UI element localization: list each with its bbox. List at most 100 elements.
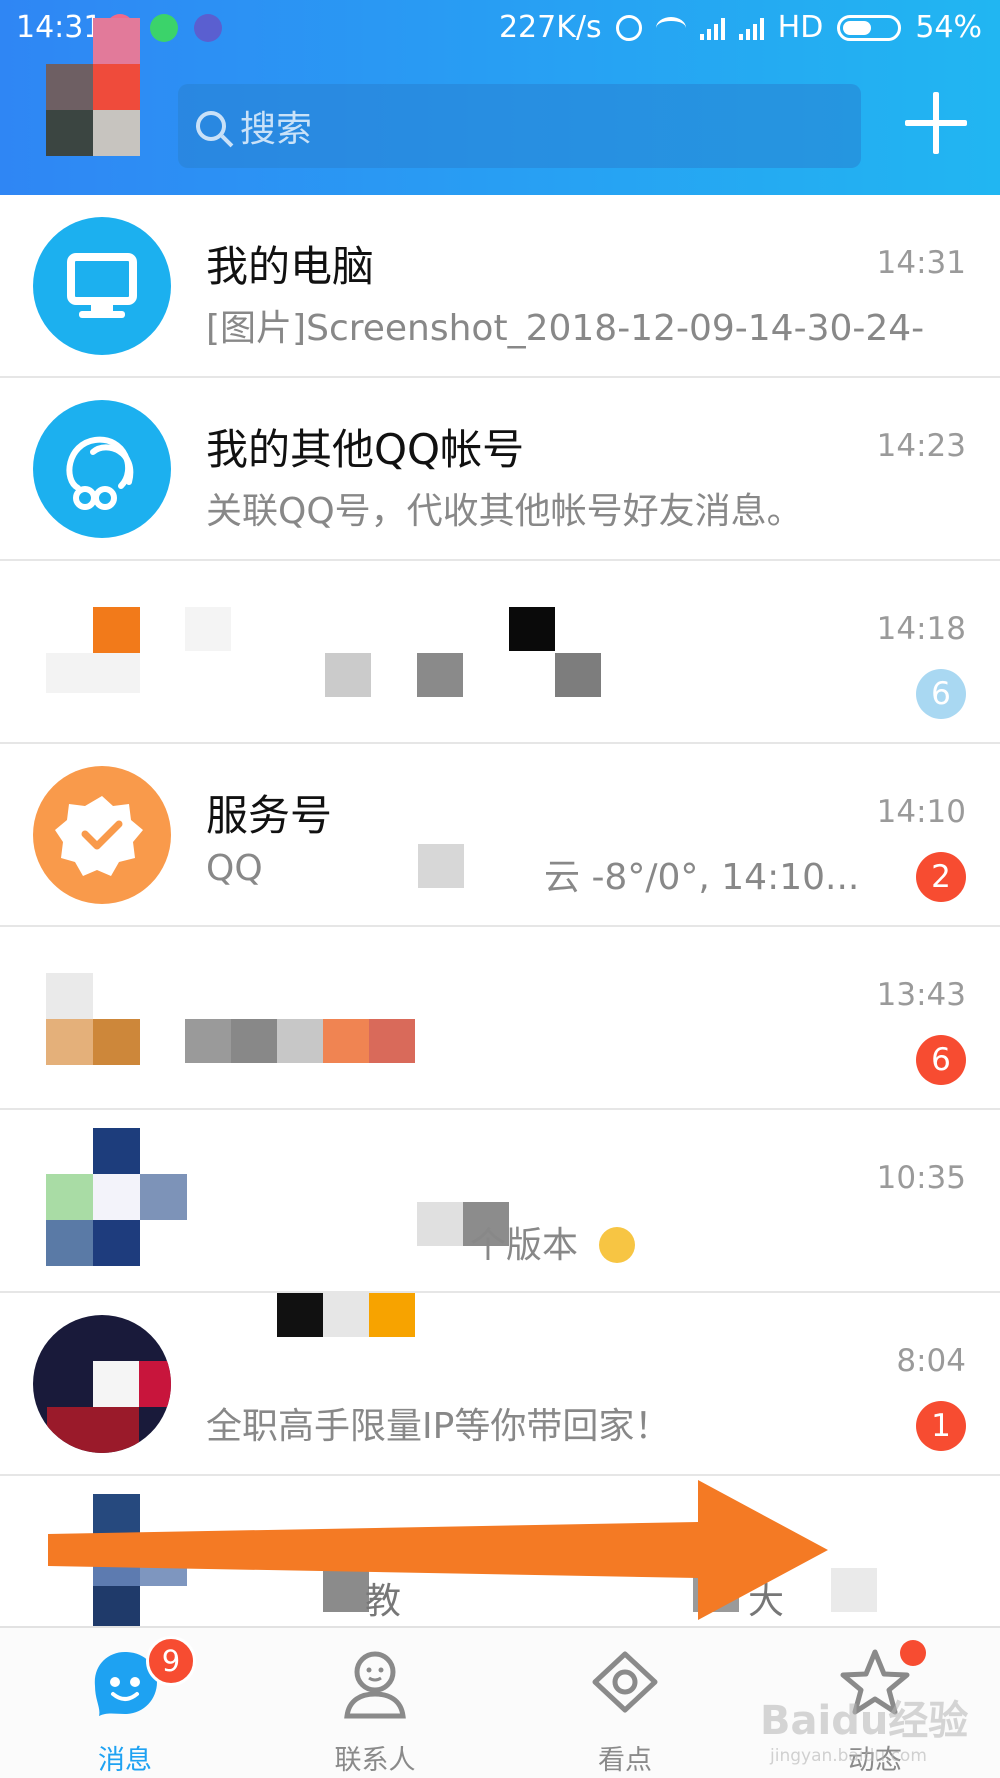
chat-preview: 个版本	[470, 1216, 636, 1268]
chat-name: 我的电脑	[206, 242, 375, 291]
redacted-name	[509, 607, 555, 651]
computer-icon	[67, 253, 137, 318]
avatar-pixel	[46, 64, 93, 110]
tab-contacts[interactable]: 联系人	[250, 1628, 500, 1778]
redacted-preview	[417, 1202, 463, 1246]
unread-badge: 2	[916, 852, 966, 902]
chat-time: 14:10	[876, 794, 966, 830]
chat-preview-text: 个版本	[470, 1225, 579, 1266]
linked-accounts-icon	[66, 436, 134, 510]
tab-messages[interactable]: 9 消息	[0, 1628, 250, 1778]
chat-preview: [图片]Screenshot_2018-12-09-14-30-24-...	[206, 308, 926, 349]
signal-icon-1	[699, 16, 725, 40]
redacted-pixel	[93, 1128, 140, 1174]
chat-time: 14:23	[876, 428, 966, 464]
unread-badge: 6	[916, 1035, 966, 1085]
redacted-preview	[231, 1019, 277, 1063]
redacted-preview	[325, 653, 371, 697]
unread-badge: 1	[916, 1401, 966, 1451]
chat-preview-tail: 云 -8°/0°, 14:10...	[544, 857, 860, 898]
chat-name: 我的其他QQ帐号	[206, 425, 525, 474]
chat-row-my-computer[interactable]: 我的电脑 [图片]Screenshot_2018-12-09-14-30-24-…	[0, 195, 1000, 378]
search-input[interactable]: 搜索	[178, 84, 861, 168]
chat-row-redacted-3[interactable]: 个版本 10:35	[0, 1110, 1000, 1293]
chat-time: 8:04	[896, 1343, 966, 1379]
redacted-preview	[831, 1568, 877, 1612]
status-right: 227K/s HD 54%	[499, 10, 982, 45]
redacted-pixel	[46, 973, 93, 1019]
redacted-preview	[277, 1019, 323, 1063]
redacted-pixel	[93, 607, 140, 653]
redacted-name	[323, 1293, 369, 1337]
redacted-avatar	[46, 1128, 187, 1266]
tab-notification-dot	[900, 1640, 926, 1666]
avatar-pixel	[93, 64, 140, 110]
status-bar: 14:31 227K/s HD 54%	[0, 0, 1000, 58]
battery-fill	[843, 20, 872, 35]
chat-preview: 关联QQ号，代收其他帐号好友消息。	[206, 491, 803, 532]
chat-preview-head: QQ	[206, 848, 263, 889]
hd-label: HD	[777, 10, 824, 45]
chat-time: 14:31	[876, 245, 966, 281]
wifi-icon	[655, 16, 686, 39]
chat-time: 10:35	[876, 1160, 966, 1196]
tab-bar: 9 消息 联系人 看点 动态 Baidu经验 jingyan.baidu.com	[0, 1626, 1000, 1778]
eye-icon	[592, 1651, 658, 1713]
redacted-pixel	[93, 1361, 139, 1407]
redacted-pixel	[46, 1220, 93, 1266]
header: 14:31 227K/s HD 54% 搜索	[0, 0, 1000, 195]
sweat-emoji-icon	[599, 1227, 636, 1263]
redacted-avatar	[46, 973, 140, 1065]
badge-check-icon	[55, 796, 143, 876]
redacted-name	[369, 1293, 415, 1337]
redacted-pixel	[46, 1019, 93, 1065]
redacted-pixel	[93, 1019, 140, 1065]
redacted-pixel	[139, 1361, 171, 1407]
tab-label: 看点	[598, 1745, 652, 1776]
chat-avatar	[33, 217, 171, 355]
battery-icon	[837, 14, 902, 41]
chat-preview: 全职高手限量IP等你带回家！	[206, 1406, 671, 1447]
chat-avatar	[33, 766, 171, 904]
avatar-pixel	[93, 18, 140, 64]
search-icon	[196, 111, 226, 141]
redacted-avatar	[46, 561, 140, 699]
chat-row-redacted-2[interactable]: 13:43 6	[0, 927, 1000, 1110]
watermark-url: jingyan.baidu.com	[770, 1746, 927, 1766]
tab-kandian[interactable]: 看点	[500, 1628, 750, 1778]
watermark-brand: Baidu经验	[760, 1698, 969, 1744]
avatar-pixel	[93, 110, 140, 156]
shield-icon	[150, 14, 178, 42]
chat-time: 13:43	[876, 977, 966, 1013]
redacted-pixel	[47, 1407, 139, 1453]
signal-icon-2	[738, 16, 764, 40]
net-speed: 227K/s	[498, 10, 602, 45]
redacted-pixel	[93, 1174, 140, 1220]
chat-row-other-accounts[interactable]: 我的其他QQ帐号 关联QQ号，代收其他帐号好友消息。 14:23	[0, 378, 1000, 561]
my-avatar[interactable]	[46, 18, 140, 156]
redacted-pixel	[93, 1220, 140, 1266]
tab-unread-badge: 9	[146, 1636, 196, 1686]
alarm-icon	[615, 14, 642, 41]
chat-list: 我的电脑 [图片]Screenshot_2018-12-09-14-30-24-…	[0, 195, 1000, 1659]
chat-row-redacted-4[interactable]: 全职高手限量IP等你带回家！ 8:04 1	[0, 1293, 1000, 1476]
redacted-pixel	[46, 1174, 93, 1220]
avatar-pixel	[46, 110, 93, 156]
add-button[interactable]	[905, 92, 967, 154]
redacted-name	[277, 1293, 323, 1337]
chat-avatar	[33, 1315, 171, 1453]
search-placeholder: 搜索	[240, 109, 313, 150]
app-notification-icon	[194, 14, 222, 42]
redacted-pixel	[140, 1174, 187, 1220]
battery-percent: 54%	[915, 10, 982, 45]
chat-row-service[interactable]: 服务号 QQ 云 -8°/0°, 14:10... 14:10 2	[0, 744, 1000, 927]
qq-app-screen: 14:31 227K/s HD 54% 搜索 我的电脑 [图片]Screensh…	[0, 0, 1000, 1778]
redacted-preview	[185, 1019, 231, 1063]
chat-row-redacted-1[interactable]: 14:18 6	[0, 561, 1000, 744]
redacted-pixel	[46, 653, 140, 693]
chat-avatar	[33, 400, 171, 538]
redacted-preview	[555, 653, 601, 697]
redacted-preview	[417, 653, 463, 697]
swipe-arrow-annotation	[48, 1480, 828, 1620]
tab-label: 消息	[98, 1745, 152, 1776]
